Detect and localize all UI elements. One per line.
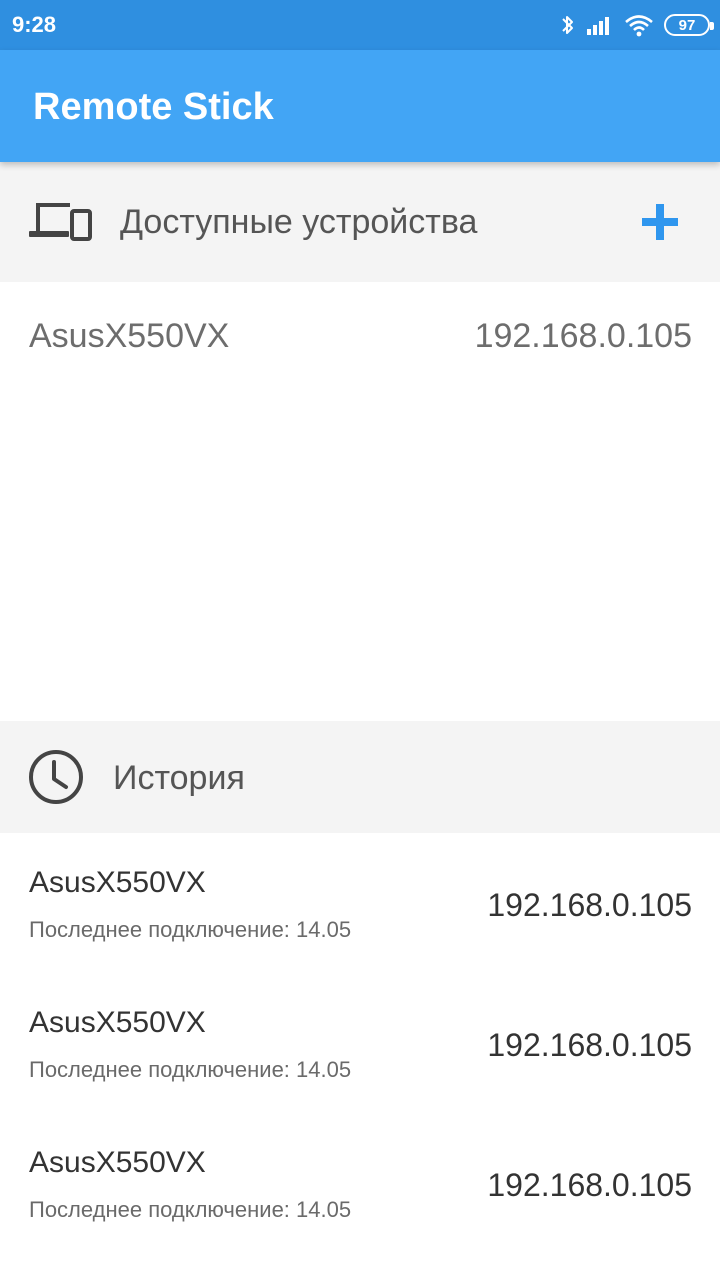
- plus-icon: [642, 204, 678, 240]
- clock-icon: [27, 748, 85, 811]
- history-section-header: История: [0, 721, 720, 833]
- history-section-title: История: [113, 759, 245, 797]
- status-time: 9:28: [12, 12, 57, 37]
- bluetooth-icon: [560, 13, 576, 37]
- history-last-connection: Последнее подключение: 14.05: [29, 1057, 352, 1082]
- device-list-item[interactable]: AsusX550VX 192.168.0.105: [0, 282, 720, 392]
- history-device-name: AsusX550VX: [29, 1006, 206, 1039]
- signal-icon: [586, 14, 614, 36]
- device-ip: 192.168.0.105: [474, 317, 692, 355]
- history-device-ip: 192.168.0.105: [487, 1167, 692, 1203]
- devices-section-title: Доступные устройства: [120, 203, 478, 241]
- app-title: Remote Stick: [33, 86, 274, 128]
- add-device-button[interactable]: [635, 197, 685, 247]
- status-bar: 9:28 97: [0, 0, 720, 50]
- battery-icon: 97: [664, 14, 714, 36]
- history-last-connection: Последнее подключение: 14.05: [29, 1197, 352, 1222]
- history-device-name: AsusX550VX: [29, 1146, 206, 1179]
- app-bar: Remote Stick: [0, 50, 720, 162]
- history-device-name: AsusX550VX: [29, 866, 206, 899]
- history-device-ip: 192.168.0.105: [487, 1027, 692, 1063]
- device-name: AsusX550VX: [29, 317, 230, 355]
- history-device-ip: 192.168.0.105: [487, 887, 692, 923]
- history-last-connection: Последнее подключение: 14.05: [29, 917, 352, 942]
- devices-section-header: Доступные устройства: [0, 162, 720, 282]
- history-list-item[interactable]: AsusX550VX Последнее подключение: 14.05 …: [0, 1113, 720, 1253]
- wifi-icon: [624, 13, 654, 37]
- devices-icon: [27, 199, 93, 248]
- status-icons: 97: [560, 11, 714, 39]
- history-list-item[interactable]: AsusX550VX Последнее подключение: 14.05 …: [0, 973, 720, 1113]
- history-list-item[interactable]: AsusX550VX Последнее подключение: 14.05 …: [0, 833, 720, 973]
